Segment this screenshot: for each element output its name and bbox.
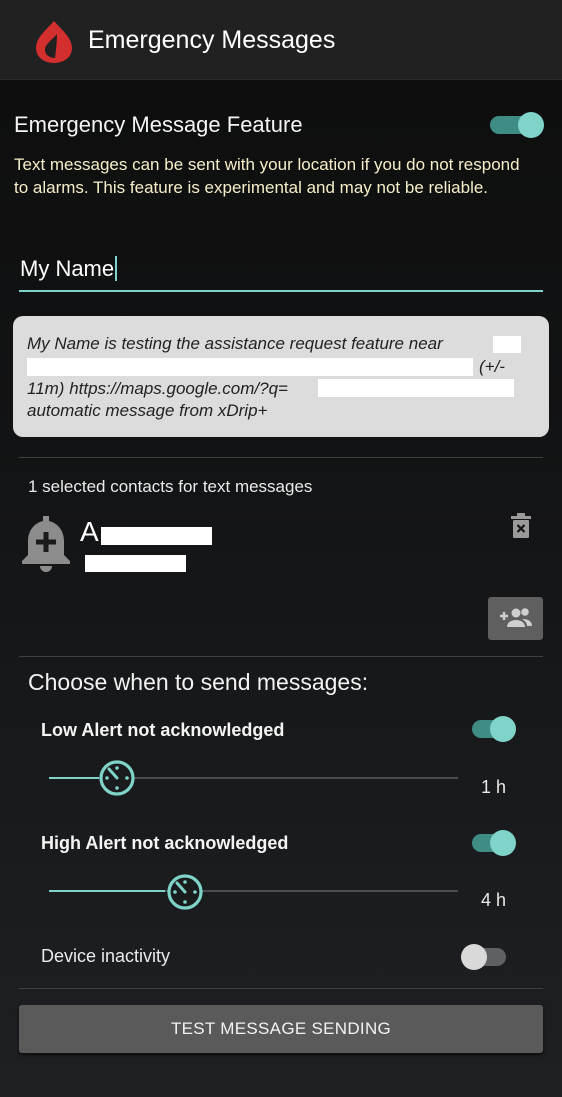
low-alert-slider-thumb-icon[interactable] [97,758,137,798]
low-alert-value: 1 h [481,777,507,797]
high-alert-value: 4 h [481,890,507,910]
redaction-block [27,358,473,376]
divider [19,656,543,657]
add-contact-button[interactable] [488,597,543,640]
preview-line-3: 11m) https://maps.google.com/?q= [27,379,288,398]
blood-drop-logo-icon [36,21,72,63]
redaction-block [493,336,521,353]
preview-line-2: (+/- [479,357,505,376]
redaction-block [101,527,212,545]
triggers-title: Choose when to send messages: [28,669,369,695]
divider [19,988,543,989]
name-input[interactable]: My Name [19,256,543,292]
redaction-block [85,555,186,572]
high-alert-label: High Alert not acknowledged [41,833,289,853]
feature-toggle[interactable] [488,110,546,140]
app-bar: Emergency Messages [0,0,562,80]
feature-description: Text messages can be sent with your loca… [14,155,520,197]
feature-title: Emergency Message Feature [14,112,303,137]
contact-name: A [80,516,99,547]
test-message-button[interactable]: TEST MESSAGE SENDING [19,1005,543,1053]
device-inactivity-label: Device inactivity [41,946,171,966]
high-alert-toggle[interactable] [472,828,520,858]
divider [19,457,543,458]
name-input-value: My Name [20,256,115,281]
trash-icon[interactable] [510,512,532,539]
low-alert-label: Low Alert not acknowledged [41,720,285,740]
high-alert-slider-thumb-icon[interactable] [165,872,205,912]
high-alert-slider-fill [49,890,165,892]
preview-line-1: My Name is testing the assistance reques… [27,334,443,353]
add-group-icon [500,608,532,627]
contacts-count: 1 selected contacts for text messages [28,477,313,496]
add-alert-bell-icon[interactable] [20,512,72,572]
low-alert-toggle[interactable] [472,714,520,744]
redaction-block [318,379,514,397]
message-preview: My Name is testing the assistance reques… [13,316,549,437]
preview-line-4: automatic message from xDrip+ [27,401,268,420]
device-inactivity-toggle[interactable] [460,942,510,972]
text-caret [115,256,118,281]
low-alert-slider-fill [49,777,99,779]
page-title: Emergency Messages [88,26,336,54]
